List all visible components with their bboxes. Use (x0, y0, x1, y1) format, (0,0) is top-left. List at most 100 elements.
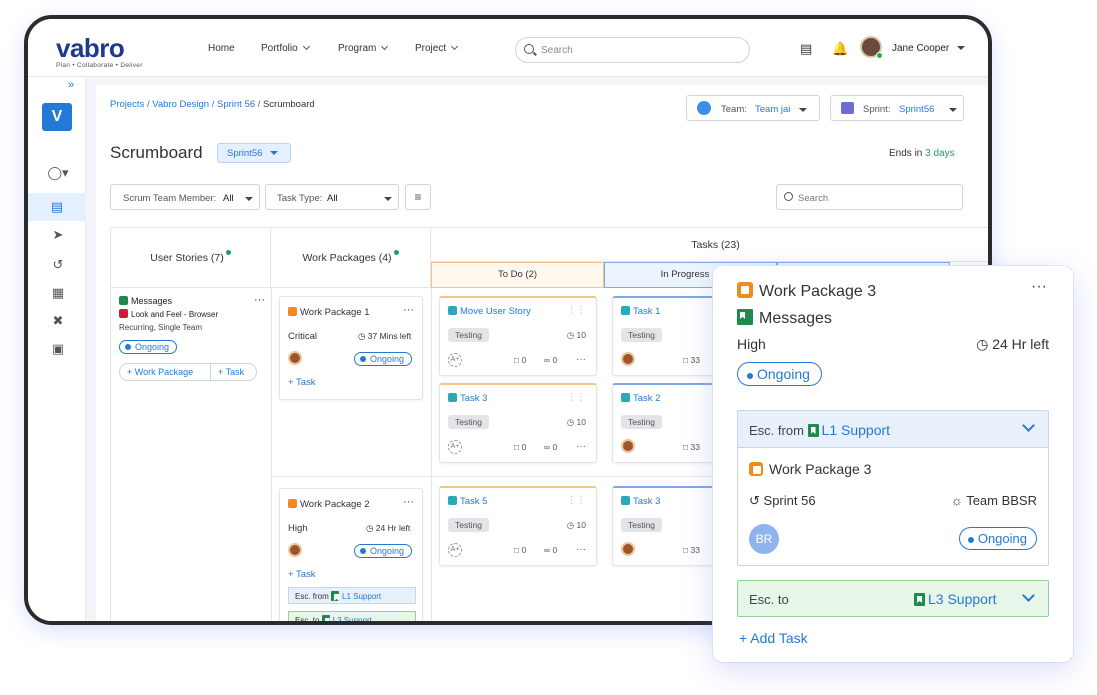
more-icon[interactable]: ··· (1031, 278, 1047, 296)
add-task-button[interactable]: + Task (218, 367, 244, 377)
status-tag: Testing (621, 415, 662, 429)
wp-status[interactable]: Ongoing (354, 544, 413, 558)
calendar-icon[interactable]: ▦ (50, 285, 66, 301)
sprint-icon (841, 102, 854, 114)
filter-settings-icon[interactable]: ≡ (405, 184, 431, 210)
caret-down-icon (957, 46, 966, 50)
chevron-down-icon (302, 42, 310, 51)
status-tag: Testing (448, 328, 489, 342)
assignee-avatar[interactable] (621, 439, 635, 456)
tasks-header: Tasks (23) (431, 228, 988, 262)
task-comments[interactable]: □ 33 (683, 545, 700, 555)
drag-handle-icon[interactable]: ⋮⋮ (567, 392, 586, 403)
brand-name: vabro (56, 33, 125, 63)
member-filter-value: All (223, 193, 234, 204)
wp-status[interactable]: Ongoing (354, 352, 413, 366)
task-card[interactable]: Task 5 ⋮⋮ Testing ◷ 10 A+ □ 0 ∞ 0 ··· (439, 486, 597, 566)
drag-handle-icon[interactable]: ⋮⋮ (567, 305, 586, 316)
nav-project[interactable]: Project (415, 42, 459, 54)
add-assignee-icon[interactable]: A+ (448, 543, 462, 557)
user-circle-icon[interactable]: ◯▾ (42, 165, 74, 181)
clock-icon: ◷ (976, 336, 989, 352)
assignee-avatar[interactable] (288, 543, 302, 560)
assignee-avatar[interactable] (288, 351, 302, 368)
report-icon[interactable]: ▣ (50, 341, 66, 357)
assignee-avatar[interactable]: BR (749, 524, 779, 554)
global-search-input[interactable]: Search (515, 37, 750, 63)
nav-program[interactable]: Program (338, 42, 389, 54)
task-attachments[interactable]: ∞ 0 (544, 355, 557, 365)
add-assignee-icon[interactable]: A+ (448, 353, 462, 367)
sprint-pill[interactable]: Sprint56 (217, 143, 291, 163)
task-title: Task 3 (460, 393, 488, 404)
assignee-avatar[interactable] (621, 542, 635, 559)
task-card[interactable]: Task 3 ⋮⋮ Testing ◷ 10 A+ □ 0 ∞ 0 ··· (439, 383, 597, 463)
add-assignee-icon[interactable]: A+ (448, 440, 462, 454)
escalated-from-header[interactable]: Esc. from L1 Support (738, 411, 1048, 448)
more-icon[interactable]: ··· (576, 544, 586, 555)
nav-portfolio[interactable]: Portfolio (261, 42, 310, 54)
scrumboard-icon[interactable]: ▤ (28, 193, 86, 221)
task-card[interactable]: Move User Story ⋮⋮ Testing ◷ 10 A+ □ 0 ∞… (439, 296, 597, 376)
brand-logo[interactable]: vabro Plan • Collaborate • Deliver (56, 33, 143, 69)
tools-icon[interactable]: ✖ (50, 313, 66, 329)
expand-sidebar-icon[interactable]: » (68, 79, 74, 91)
user-story-item[interactable]: Messages ··· Look and Feel - Browser Recu… (119, 294, 267, 381)
assignee-avatar[interactable] (621, 352, 635, 369)
breadcrumb[interactable]: Projects / Vabro Design / Sprint 56 / Sc… (110, 99, 315, 110)
status-tag: Testing (621, 328, 662, 342)
task-comments[interactable]: □ 0 (514, 545, 526, 555)
work-package-card[interactable]: Work Package 1 ··· Critical ◷ 37 Mins le… (279, 296, 423, 400)
clock-icon: ◷ (358, 331, 366, 341)
task-points: ◷ 10 (567, 417, 586, 428)
more-icon[interactable]: ··· (576, 354, 586, 365)
escalated-from-row[interactable]: Esc. from L1 Support (288, 587, 416, 604)
work-package-detail-card[interactable]: Work Package 3 ··· Messages High ◷ 24 Hr… (713, 266, 1073, 662)
task-comments[interactable]: □ 0 (514, 355, 526, 365)
more-icon[interactable]: ··· (403, 496, 414, 508)
inbox-icon[interactable]: ▤ (800, 41, 812, 57)
add-work-package-button[interactable]: + Work Package (127, 367, 193, 377)
package-icon (288, 499, 297, 508)
more-icon[interactable]: ··· (254, 294, 265, 306)
board-search-input[interactable]: Search (776, 184, 963, 210)
bookmark-icon (321, 615, 330, 621)
clock-icon: ◷ (566, 417, 575, 427)
more-icon[interactable]: ··· (576, 441, 586, 452)
send-icon[interactable]: ➤ (50, 227, 66, 243)
task-comments[interactable]: □ 0 (514, 442, 526, 452)
workspace-button[interactable]: V (42, 103, 72, 131)
team-select[interactable]: Team: Team jai (686, 95, 820, 121)
task-comments[interactable]: □ 33 (683, 442, 700, 452)
escalated-to-row[interactable]: Esc. to L3 Support (737, 580, 1049, 617)
task-type-filter[interactable]: Task Type: All (265, 184, 399, 210)
escalated-to-row[interactable]: Esc. to L3 Support (288, 611, 416, 621)
sprint-icon[interactable]: ↺ (50, 257, 66, 273)
online-status-dot (876, 52, 883, 59)
task-icon (448, 306, 457, 315)
task-attachments[interactable]: ∞ 0 (544, 442, 557, 452)
more-icon[interactable]: ··· (403, 304, 414, 316)
wp-add-task-button[interactable]: + Task (288, 377, 316, 388)
attachments-count: 0 (552, 442, 558, 452)
wp-title: Work Package 1 (300, 307, 370, 318)
breadcrumb-path[interactable]: Projects / Vabro Design / Sprint 56 / (110, 99, 263, 110)
popup-status[interactable]: Ongoing (737, 362, 822, 386)
popup-priority: High (737, 336, 766, 352)
bell-icon[interactable]: 🔔 (832, 41, 848, 57)
user-menu[interactable]: Jane Cooper (892, 43, 966, 54)
sprint-select[interactable]: Sprint: Sprint56 (830, 95, 964, 121)
task-icon (448, 393, 457, 402)
nav-home[interactable]: Home (208, 43, 235, 54)
drag-handle-icon[interactable]: ⋮⋮ (567, 495, 586, 506)
chevron-down-icon[interactable] (1022, 589, 1035, 602)
status-badge: Ongoing (958, 527, 1037, 550)
breadcrumb-current: Scrumboard (262, 99, 315, 110)
member-filter[interactable]: Scrum Team Member: All (110, 184, 260, 210)
escalated-status[interactable]: Ongoing (958, 527, 1037, 550)
wp-add-task-button[interactable]: + Task (288, 569, 316, 580)
task-attachments[interactable]: ∞ 0 (544, 545, 557, 555)
task-comments[interactable]: □ 33 (683, 355, 700, 365)
work-package-card[interactable]: Work Package 2 ··· High ◷ 24 Hr left Ong… (279, 488, 423, 621)
add-task-button[interactable]: + Add Task (739, 630, 808, 646)
